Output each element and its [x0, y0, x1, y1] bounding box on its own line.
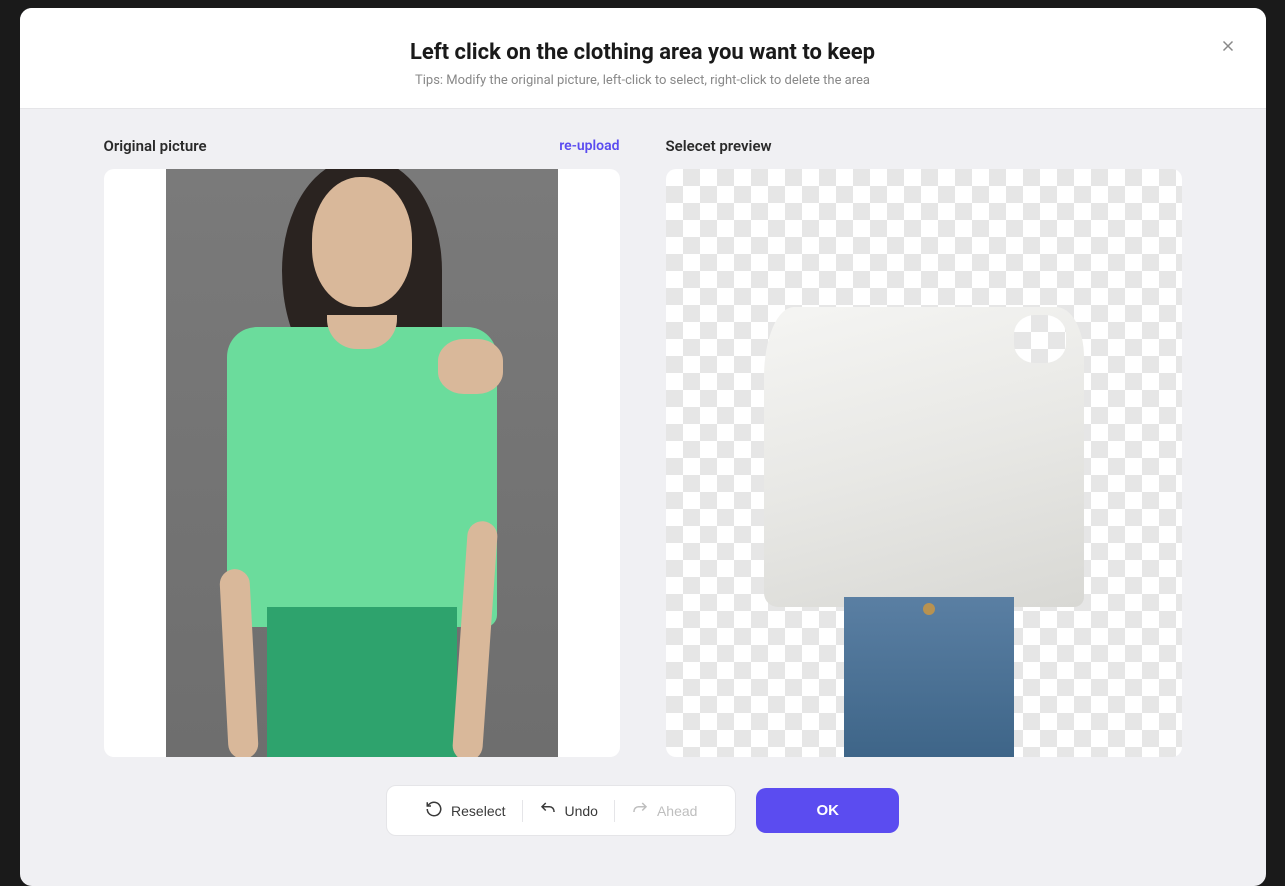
modal-body: Original picture re-upload: [20, 109, 1266, 886]
preview-panel-label: Selecet preview: [666, 137, 772, 155]
preview-image-canvas: [666, 169, 1182, 757]
preview-shirt: [764, 307, 1084, 607]
ok-button[interactable]: OK: [756, 788, 899, 833]
preview-panel-header: Selecet preview: [666, 137, 1182, 155]
original-image: [166, 169, 558, 757]
modal-tip: Tips: Modify the original picture, left-…: [40, 73, 1246, 88]
undo-icon: [539, 800, 557, 821]
undo-button[interactable]: Undo: [523, 796, 614, 825]
modal-header: Left click on the clothing area you want…: [20, 8, 1266, 109]
original-panel-header: Original picture re-upload: [104, 137, 620, 155]
ahead-label: Ahead: [657, 803, 697, 819]
selection-modal: Left click on the clothing area you want…: [20, 8, 1266, 886]
reselect-label: Reselect: [451, 803, 505, 819]
reselect-button[interactable]: Reselect: [409, 796, 521, 825]
preview-panel: Selecet preview: [666, 137, 1182, 757]
reupload-link[interactable]: re-upload: [559, 138, 619, 154]
ahead-button[interactable]: Ahead: [615, 796, 713, 825]
toolbar: Reselect Undo Ahead OK: [104, 757, 1182, 866]
redo-icon: [631, 800, 649, 821]
reselect-icon: [425, 800, 443, 821]
original-panel: Original picture re-upload: [104, 137, 620, 757]
close-button[interactable]: [1216, 36, 1240, 60]
close-icon: [1219, 37, 1237, 59]
original-image-canvas[interactable]: [104, 169, 620, 757]
original-panel-label: Original picture: [104, 137, 207, 155]
undo-label: Undo: [565, 803, 598, 819]
toolbar-group: Reselect Undo Ahead: [386, 785, 736, 836]
panels-row: Original picture re-upload: [104, 137, 1182, 757]
modal-title: Left click on the clothing area you want…: [40, 40, 1246, 65]
figure-illustration: [227, 177, 497, 757]
